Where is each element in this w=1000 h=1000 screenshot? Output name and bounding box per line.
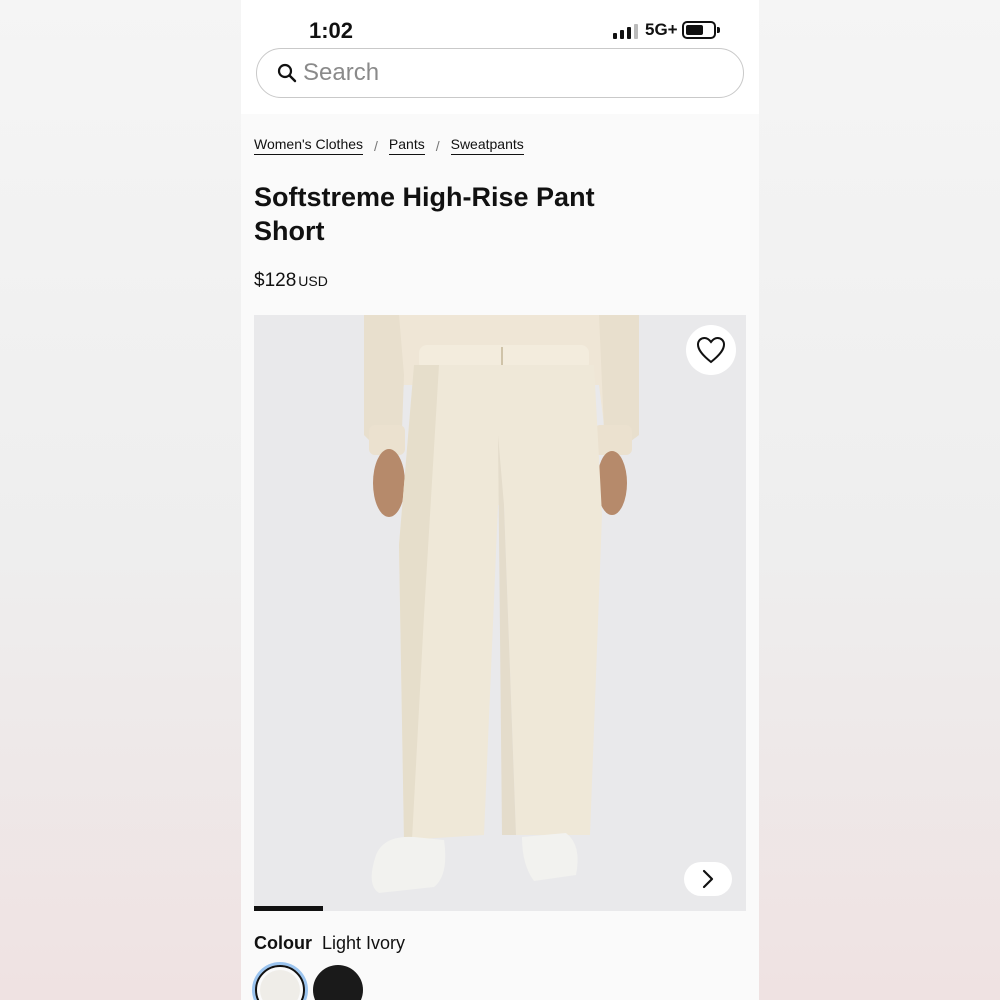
breadcrumb-separator: /: [374, 137, 378, 154]
swatch-color: [313, 965, 363, 1000]
product-price: $128 USD: [254, 270, 328, 292]
gallery-progress: [254, 906, 746, 911]
background-right: [759, 0, 1000, 1000]
battery-icon: [682, 21, 716, 39]
search-input[interactable]: [303, 59, 703, 87]
next-image-button[interactable]: [684, 862, 732, 896]
colour-selected-name: Light Ivory: [322, 933, 406, 953]
gallery-progress-fill: [254, 906, 323, 911]
status-time: 1:02: [309, 18, 354, 43]
chevron-right-icon: [702, 869, 714, 889]
product-image[interactable]: [254, 315, 746, 911]
network-type: 5G+: [645, 20, 678, 39]
swatch-color: [260, 970, 300, 1000]
breadcrumb-pants[interactable]: Pants: [388, 136, 425, 155]
breadcrumb-sweatpants[interactable]: Sweatpants: [450, 136, 524, 155]
breadcrumb-separator: /: [435, 137, 440, 154]
background-left: [0, 0, 241, 1000]
signal-icon: [613, 24, 638, 39]
colour-swatch[interactable]: [313, 965, 363, 1000]
heart-icon: [696, 336, 726, 364]
search-box[interactable]: [256, 48, 744, 98]
wishlist-button[interactable]: [686, 325, 736, 375]
colour-label: Colour: [254, 933, 312, 953]
product-photo: [364, 315, 639, 893]
price-currency: USD: [298, 273, 328, 289]
breadcrumb-womens-clothes[interactable]: Women's Clothes: [254, 136, 364, 155]
search-icon: [277, 63, 297, 83]
colour-swatch[interactable]: [255, 965, 305, 1000]
colour-row: Colour Light Ivory: [254, 933, 405, 954]
colour-swatches: [255, 965, 363, 1000]
price-amount: $128: [254, 270, 297, 291]
battery-cap: [717, 27, 720, 33]
breadcrumb: Women's Clothes / Pants / Sweatpants: [254, 136, 524, 155]
phone-screen: 1:02 5G+ Women's Clothes / Pants / Sweat…: [241, 0, 759, 1000]
product-title: Softstreme High-Rise Pant Short: [254, 182, 595, 246]
search-bar-area: [241, 48, 759, 114]
